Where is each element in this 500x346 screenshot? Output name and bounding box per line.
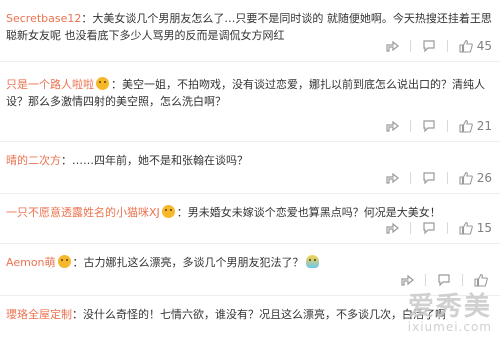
divider: [462, 274, 463, 286]
comment-item: Secretbase12：大美女谈几个男朋友怎么了…只要不是同时谈的 就随便她啊…: [0, 0, 500, 62]
smiley-emoji-icon: [57, 255, 71, 268]
divider: [446, 120, 448, 132]
comment-actions: 45: [384, 38, 492, 54]
share-icon[interactable]: [399, 272, 415, 288]
comment-body: 瓔珞全屋定制：没什么奇怪的！七情六欲，谁没有？况且这么漂亮，不多谈几次，白活了啊: [6, 306, 492, 323]
comment-icon[interactable]: [421, 38, 437, 54]
smiley-emoji-icon: [96, 77, 109, 90]
like-count: 21: [476, 119, 492, 133]
divider: [409, 120, 411, 132]
comment-item: 一只不愿意透露姓名的小猫咪XJ ：男未婚女未嫁谈个恋爱也算黑点吗？何况是大美女！ …: [0, 194, 500, 244]
comment-text: ：没什么奇怪的！七情六欲，谁没有？况且这么漂亮，不多谈几次，白活了啊: [72, 308, 446, 321]
smiley-emoji-icon: [161, 205, 175, 218]
divider: [409, 222, 411, 234]
comment-body: 晴的二次方：……四年前，她不是和张翰在谈吗？: [6, 152, 492, 169]
share-icon[interactable]: [384, 220, 400, 236]
comment-icon[interactable]: [421, 220, 437, 236]
comment-item: 晴的二次方：……四年前，她不是和张翰在谈吗？ 26: [0, 142, 500, 194]
like-icon[interactable]: [473, 272, 489, 288]
like-icon[interactable]: [458, 220, 474, 236]
comment-icon[interactable]: [436, 272, 452, 288]
comment-item: Aemon萌 ：古力娜扎这么漂亮，多谈几个男朋友犯法了？: [0, 244, 500, 296]
comment-body: Aemon萌 ：古力娜扎这么漂亮，多谈几个男朋友犯法了？: [6, 254, 492, 271]
divider: [409, 40, 411, 52]
rainbow-emoji-icon: [305, 255, 319, 268]
divider: [425, 274, 426, 286]
comment-item: 瓔珞全屋定制：没什么奇怪的！七情六欲，谁没有？况且这么漂亮，不多谈几次，白活了啊: [0, 296, 500, 346]
comment-item: 只是一个路人啦啦 ：美空一姐，不拍吻戏，没有谈过恋爱，娜扎以前到底怎么说出口的？清…: [0, 62, 500, 142]
comment-actions: [399, 272, 492, 288]
comment-text: ：男未婚女未嫁谈个恋爱也算黑点吗？何况是大美女！: [176, 206, 441, 219]
like-count: 45: [476, 39, 492, 53]
divider: [409, 172, 411, 184]
comment-username[interactable]: Aemon萌: [6, 256, 56, 269]
divider: [446, 222, 448, 234]
divider: [446, 40, 448, 52]
comment-username[interactable]: 晴的二次方: [6, 154, 61, 167]
comment-text: ：古力娜扎这么漂亮，多谈几个男朋友犯法了？: [72, 256, 304, 269]
comment-body: 一只不愿意透露姓名的小猫咪XJ ：男未婚女未嫁谈个恋爱也算黑点吗？何况是大美女！: [6, 204, 492, 221]
like-icon[interactable]: [458, 118, 474, 134]
share-icon[interactable]: [384, 38, 400, 54]
comment-icon[interactable]: [421, 118, 437, 134]
comment-username[interactable]: 瓔珞全屋定制: [6, 308, 72, 321]
like-icon[interactable]: [458, 38, 474, 54]
like-icon[interactable]: [458, 170, 474, 186]
comment-username[interactable]: 只是一个路人啦啦: [6, 78, 94, 91]
comment-icon[interactable]: [421, 170, 437, 186]
comment-text: ：……四年前，她不是和张翰在谈吗？: [61, 154, 248, 167]
share-icon[interactable]: [384, 118, 400, 134]
like-count: 15: [476, 221, 492, 235]
share-icon[interactable]: [384, 170, 400, 186]
comment-username[interactable]: 一只不愿意透露姓名的小猫咪XJ: [6, 206, 160, 219]
comment-actions: 15: [384, 220, 492, 236]
comment-body: 只是一个路人啦啦 ：美空一姐，不拍吻戏，没有谈过恋爱，娜扎以前到底怎么说出口的？清…: [6, 76, 492, 110]
like-count: 26: [476, 171, 492, 185]
comment-actions: 26: [384, 170, 492, 186]
divider: [446, 172, 448, 184]
comment-username[interactable]: Secretbase12: [6, 12, 81, 25]
comment-actions: 21: [384, 118, 492, 134]
